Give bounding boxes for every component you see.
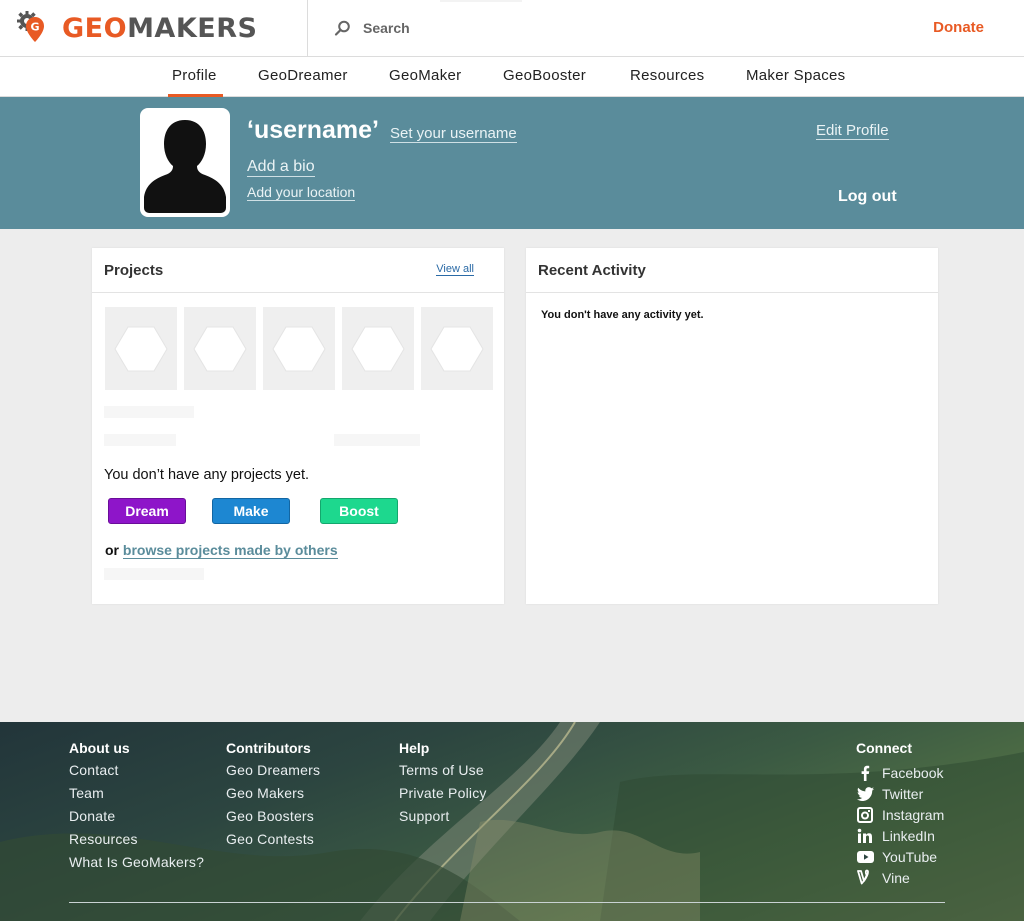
activity-title: Recent Activity — [538, 262, 646, 279]
search-icon — [334, 20, 350, 36]
instagram-label: Instagram — [882, 806, 945, 823]
projects-title: Projects — [104, 262, 164, 279]
no-activity-text: You don't have any activity yet. — [541, 309, 704, 321]
footer-about-heading: About us — [69, 740, 130, 756]
linkedin-icon — [857, 828, 872, 843]
ghost-line — [104, 568, 204, 580]
project-placeholder — [421, 307, 493, 390]
hexagon-icon — [351, 326, 405, 371]
footer-link-facebook[interactable]: Facebook — [856, 762, 944, 783]
footer-connect-column: Connect Facebook Twitter Instagram Linke… — [856, 740, 944, 888]
top-header: G GEOMAKERS Search Donate — [0, 0, 1024, 57]
footer-link-resources[interactable]: Resources — [69, 831, 204, 854]
search-highlight — [440, 0, 522, 2]
vine-label: Vine — [882, 869, 910, 886]
footer-contributors-heading: Contributors — [226, 740, 311, 756]
edit-profile-link[interactable]: Edit Profile — [816, 122, 889, 140]
youtube-icon — [856, 850, 874, 863]
footer-link-twitter[interactable]: Twitter — [856, 783, 944, 804]
nav-item-geomaker[interactable]: GeoMaker — [389, 67, 461, 84]
twitter-label: Twitter — [882, 785, 924, 802]
project-placeholder — [342, 307, 414, 390]
avatar[interactable] — [140, 108, 230, 217]
footer-link-what-is-geomakers[interactable]: What Is GeoMakers? — [69, 854, 204, 877]
project-placeholder — [263, 307, 335, 390]
footer-link-linkedin[interactable]: LinkedIn — [856, 825, 944, 846]
footer-link-youtube[interactable]: YouTube — [856, 846, 944, 867]
search-box[interactable]: Search — [334, 14, 410, 42]
logo-makers-text: MAKERS — [127, 12, 258, 44]
boost-button[interactable]: Boost — [320, 498, 398, 524]
footer-link-instagram[interactable]: Instagram — [856, 804, 944, 825]
main-nav: Profile GeoDreamer GeoMaker GeoBooster R… — [0, 57, 1024, 97]
logo-geo-text: GEO — [62, 12, 128, 44]
ghost-line — [104, 434, 176, 446]
twitter-icon — [856, 786, 874, 801]
hexagon-icon — [272, 326, 326, 371]
view-all-link[interactable]: View all — [436, 263, 474, 276]
geomakers-logo[interactable]: G GEOMAKERS — [14, 6, 257, 50]
footer-link-vine[interactable]: Vine — [856, 867, 944, 888]
footer-link-privacy[interactable]: Private Policy — [399, 785, 487, 808]
footer-contributors-column: Contributors Geo Dreamers Geo Makers Geo… — [226, 740, 320, 854]
browse-projects: or browse projects made by others — [105, 542, 338, 559]
footer-link-terms[interactable]: Terms of Use — [399, 762, 487, 785]
dream-button[interactable]: Dream — [108, 498, 186, 524]
ghost-line — [334, 434, 420, 446]
footer-help-heading: Help — [399, 740, 430, 756]
nav-item-maker-spaces[interactable]: Maker Spaces — [746, 67, 845, 84]
vine-icon — [857, 869, 869, 885]
browse-prefix: or — [105, 542, 119, 558]
footer-help-column: Help Terms of Use Private Policy Support — [399, 740, 487, 831]
project-thumbnails — [105, 307, 493, 390]
footer-link-contact[interactable]: Contact — [69, 762, 204, 785]
svg-text:G: G — [30, 21, 39, 34]
username-text: ‘username’ — [247, 116, 380, 144]
no-projects-text: You don’t have any projects yet. — [104, 467, 310, 483]
header-divider — [307, 0, 308, 56]
nav-item-geodreamer[interactable]: GeoDreamer — [258, 67, 348, 84]
footer-connect-heading: Connect — [856, 740, 912, 756]
linkedin-label: LinkedIn — [882, 827, 935, 844]
instagram-icon — [857, 806, 873, 823]
footer-link-donate[interactable]: Donate — [69, 808, 204, 831]
ghost-line — [104, 406, 194, 418]
donate-link[interactable]: Donate — [933, 19, 984, 36]
activity-card: Recent Activity You don't have any activ… — [526, 248, 938, 604]
facebook-icon — [861, 765, 870, 781]
search-label: Search — [363, 20, 410, 36]
activity-card-header: Recent Activity — [526, 248, 938, 293]
nav-item-resources[interactable]: Resources — [630, 67, 704, 84]
add-bio-link[interactable]: Add a bio — [247, 158, 315, 177]
hexagon-icon — [114, 326, 168, 371]
set-username-link[interactable]: Set your username — [390, 125, 517, 143]
youtube-label: YouTube — [882, 848, 938, 865]
projects-card-header: Projects View all — [92, 248, 504, 293]
default-avatar-icon — [144, 112, 226, 213]
footer-link-support[interactable]: Support — [399, 808, 487, 831]
hexagon-icon — [430, 326, 484, 371]
footer: About us Contact Team Donate Resources W… — [0, 722, 1024, 921]
make-button[interactable]: Make — [212, 498, 290, 524]
footer-link-team[interactable]: Team — [69, 785, 204, 808]
footer-link-geo-makers[interactable]: Geo Makers — [226, 785, 320, 808]
footer-about-column: About us Contact Team Donate Resources W… — [69, 740, 204, 877]
footer-divider — [69, 902, 945, 903]
logo-wordmark: GEOMAKERS — [62, 13, 257, 44]
nav-item-geobooster[interactable]: GeoBooster — [503, 67, 586, 84]
projects-card: Projects View all You don’t have any pro… — [92, 248, 504, 604]
add-location-link[interactable]: Add your location — [247, 184, 356, 201]
browse-projects-link[interactable]: browse projects made by others — [122, 542, 338, 559]
hexagon-icon — [193, 326, 247, 371]
footer-link-geo-boosters[interactable]: Geo Boosters — [226, 808, 320, 831]
logo-mark-icon: G — [14, 8, 54, 48]
project-placeholder — [105, 307, 177, 390]
profile-banner: ‘username’ Set your username Add a bio A… — [0, 97, 1024, 229]
logout-button[interactable]: Log out — [838, 188, 897, 206]
project-placeholder — [184, 307, 256, 390]
facebook-label: Facebook — [882, 764, 944, 781]
nav-item-profile[interactable]: Profile — [172, 67, 217, 84]
footer-link-geo-dreamers[interactable]: Geo Dreamers — [226, 762, 320, 785]
footer-link-geo-contests[interactable]: Geo Contests — [226, 831, 320, 854]
